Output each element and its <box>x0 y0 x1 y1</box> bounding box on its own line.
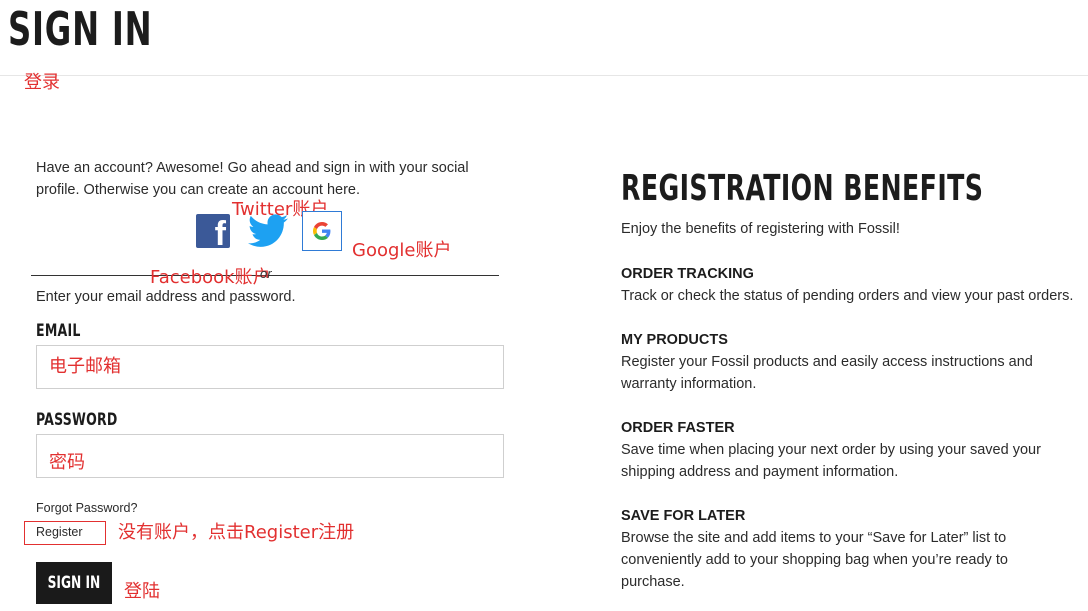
benefit-heading: SAVE FOR LATER <box>621 508 746 524</box>
annotation-google: Google账户 <box>352 240 452 261</box>
facebook-icon: f <box>214 215 226 253</box>
benefits-title: REGISTRATION BENEFITS <box>621 168 984 209</box>
or-divider-text: or <box>260 266 272 281</box>
benefit-heading: MY PRODUCTS <box>621 332 728 348</box>
annotation-facebook: Facebook账户 <box>150 267 271 288</box>
annotation-submit: 登陆 <box>124 581 160 602</box>
twitter-login-button[interactable] <box>248 213 288 249</box>
benefit-heading: ORDER TRACKING <box>621 266 754 282</box>
twitter-icon <box>248 214 288 247</box>
email-field[interactable] <box>36 345 504 389</box>
benefit-save-for-later: SAVE FOR LATER Browse the site and add i… <box>621 505 1088 593</box>
google-login-button[interactable] <box>302 211 342 251</box>
password-field[interactable] <box>36 434 504 478</box>
enter-credentials-text: Enter your email address and password. <box>36 289 296 305</box>
benefit-body: Register your Fossil products and easily… <box>621 354 1033 392</box>
benefit-my-products: MY PRODUCTS Register your Fossil product… <box>621 329 1088 395</box>
annotation-register: 没有账户，点击Register注册 <box>118 522 355 543</box>
benefit-order-faster: ORDER FASTER Save time when placing your… <box>621 417 1088 483</box>
sign-in-button[interactable]: SIGN IN <box>36 562 112 604</box>
sign-in-button-label: SIGN IN <box>47 573 101 593</box>
annotation-login: 登录 <box>24 72 60 93</box>
register-link[interactable]: Register <box>24 521 106 545</box>
benefits-intro: Enjoy the benefits of registering with F… <box>621 221 900 237</box>
benefit-body: Browse the site and add items to your “S… <box>621 530 1008 590</box>
email-label: EMAIL <box>36 321 81 341</box>
benefit-order-tracking: ORDER TRACKING Track or check the status… <box>621 263 1088 307</box>
forgot-password-link[interactable]: Forgot Password? <box>36 501 137 515</box>
benefit-body: Save time when placing your next order b… <box>621 442 1041 480</box>
password-label: PASSWORD <box>36 410 118 430</box>
benefit-body: Track or check the status of pending ord… <box>621 288 1074 304</box>
benefit-heading: ORDER FASTER <box>621 420 735 436</box>
facebook-login-button[interactable]: f <box>196 214 230 253</box>
page-title: SIGN IN <box>8 2 153 56</box>
title-divider <box>0 75 1088 76</box>
google-icon <box>313 222 331 240</box>
